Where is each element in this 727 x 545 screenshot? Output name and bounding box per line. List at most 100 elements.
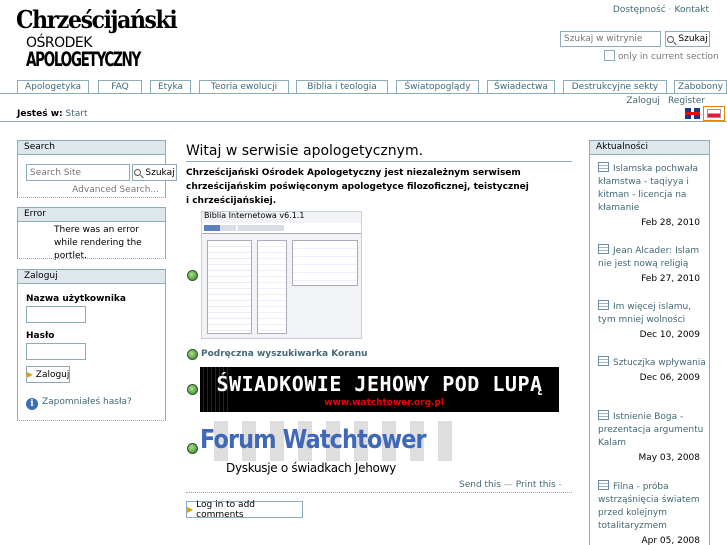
login-portlet: Zaloguj Nazwa użytkownika Hasło ▶ Zaloguj… bbox=[17, 269, 166, 421]
external-link-icon bbox=[187, 443, 198, 454]
login-link[interactable]: Zaloguj bbox=[626, 96, 660, 106]
banner-title: ŚWIADKOWIE JEHOWY POD LUPĄ bbox=[216, 372, 543, 396]
news-item[interactable]: Filna - próba wstrząśnięcia światem prze… bbox=[598, 480, 708, 545]
screenshot-options bbox=[292, 240, 358, 286]
error-portlet: Error There was an error while rendering… bbox=[17, 207, 166, 261]
send-this-link[interactable]: Send this bbox=[459, 480, 501, 490]
portlet-footer bbox=[17, 420, 166, 421]
tab-etyka[interactable]: Etyka bbox=[150, 80, 191, 93]
news-title[interactable]: Islamska pochwała kłamstwa - taqiyya i k… bbox=[598, 164, 698, 213]
news-item[interactable]: Istnienie Boga - prezentacja argumentu K… bbox=[598, 410, 708, 465]
add-comment-label: Log in to add comments bbox=[196, 499, 255, 520]
news-date: Apr 05, 2008 bbox=[641, 536, 700, 545]
register-link[interactable]: Register bbox=[668, 96, 705, 106]
news-icon bbox=[598, 410, 609, 420]
polish-flag-icon[interactable] bbox=[703, 106, 725, 121]
search-icon bbox=[667, 35, 675, 43]
news-date: Feb 27, 2010 bbox=[641, 274, 700, 284]
add-comment-button[interactable]: ▶ Log in to add comments bbox=[186, 499, 303, 520]
tab-faq[interactable]: FAQ bbox=[98, 80, 142, 93]
site-actions: Dostępność · Kontakt bbox=[613, 5, 709, 15]
site-search-input[interactable] bbox=[560, 31, 661, 47]
news-item[interactable]: Jean Alcader: Islam nie jest nową religi… bbox=[598, 244, 708, 286]
news-date: Dec 06, 2009 bbox=[639, 373, 700, 383]
screenshot-title: Biblia Internetowa v6.1.1 bbox=[204, 211, 305, 220]
site-search-button-label: Szukaj bbox=[678, 34, 708, 44]
only-current-section-checkbox[interactable] bbox=[604, 50, 615, 61]
portlet-footer bbox=[17, 258, 166, 259]
news-icon bbox=[598, 300, 609, 310]
banner-subtitle: Dyskusje o świadkach Jehowy bbox=[226, 461, 396, 475]
title-divider bbox=[186, 161, 572, 162]
login-arrow-icon: ▶ bbox=[26, 370, 33, 379]
screenshot-chapter-list bbox=[257, 240, 287, 334]
nav-divider bbox=[0, 93, 727, 94]
news-title[interactable]: Jean Alcader: Islam nie jest nową religi… bbox=[598, 246, 699, 269]
login-button[interactable]: ▶ Zaloguj bbox=[26, 366, 70, 383]
koran-search-link[interactable]: Podręczna wyszukiwarka Koranu bbox=[201, 349, 368, 359]
page-title: Witaj w serwisie apologetycznym. bbox=[186, 143, 424, 159]
personal-bar: Zaloguj Register bbox=[618, 96, 705, 106]
news-icon bbox=[598, 356, 609, 366]
news-item[interactable]: Im więcej islamu, tym mniej wolności Dec… bbox=[598, 300, 708, 342]
portlet-search-button-label: Szukaj bbox=[145, 167, 175, 178]
main-nav: Apologetyka FAQ Etyka Teoria ewolucji Bi… bbox=[17, 80, 727, 93]
portlet-footer bbox=[17, 197, 166, 198]
news-title[interactable]: Filna - próba wstrząśnięcia światem prze… bbox=[598, 482, 700, 531]
portlet-search-input[interactable] bbox=[26, 164, 130, 181]
tab-swiadectwa[interactable]: Świadectwa bbox=[487, 80, 555, 93]
intro-text: Chrześcijański Ośrodek Apologetyczny jes… bbox=[186, 168, 529, 206]
breadcrumb-divider bbox=[0, 121, 727, 122]
forum-watchtower-banner[interactable]: Forum Watchtower Dyskusje o świadkach Je… bbox=[200, 421, 459, 477]
only-current-section-label: only in current section bbox=[618, 52, 719, 62]
bible-software-screenshot[interactable]: Biblia Internetowa v6.1.1 bbox=[201, 211, 362, 339]
separator: - bbox=[555, 480, 562, 490]
search-icon bbox=[134, 169, 142, 176]
external-link-icon bbox=[187, 270, 198, 281]
portlet-search-button[interactable]: Szukaj bbox=[132, 164, 177, 181]
site-logo[interactable]: Chrześcijański OŚRODEK APOLOGETYCZNY bbox=[16, 6, 178, 72]
logo-line-1: Chrześcijański bbox=[16, 6, 178, 35]
news-item[interactable]: Islamska pochwała kłamstwa - taqiyya i k… bbox=[598, 162, 708, 230]
screenshot-book-list bbox=[207, 240, 252, 334]
jehovah-witness-banner[interactable]: ŚWIADKOWIE JEHOWY POD LUPĄ www.watchtowe… bbox=[200, 367, 559, 412]
site-search-button[interactable]: Szukaj bbox=[665, 31, 710, 47]
tab-biblia-i-teologia[interactable]: Biblia i teologia bbox=[296, 80, 388, 93]
site-search: Szukaj bbox=[560, 31, 710, 47]
separator: — bbox=[500, 480, 516, 490]
error-portlet-title: Error bbox=[17, 207, 166, 222]
news-portlet-title: Aktualności bbox=[589, 140, 710, 155]
comment-arrow-icon: ▶ bbox=[187, 505, 194, 514]
accessibility-link[interactable]: Dostępność bbox=[613, 5, 666, 15]
breadcrumb-home[interactable]: Start bbox=[66, 109, 88, 119]
tab-teoria-ewolucji[interactable]: Teoria ewolucji bbox=[199, 80, 289, 93]
news-title[interactable]: Istnienie Boga - prezentacja argumentu K… bbox=[598, 412, 703, 448]
document-actions: Send this — Print this - bbox=[459, 480, 562, 490]
tab-destrukcyjne-sekty[interactable]: Destrukcyjne sekty bbox=[563, 80, 667, 93]
english-flag-icon[interactable] bbox=[685, 108, 700, 119]
logo-line-3: APOLOGETYCZNY bbox=[26, 48, 141, 72]
news-date: Dec 10, 2009 bbox=[639, 330, 700, 340]
document-divider bbox=[186, 492, 572, 493]
print-this-link[interactable]: Print this bbox=[516, 480, 556, 490]
tab-zabobony[interactable]: Zabobony bbox=[674, 80, 727, 93]
contact-link[interactable]: Kontakt bbox=[675, 5, 709, 15]
news-date: May 03, 2008 bbox=[638, 453, 700, 463]
tab-swiatopoglady[interactable]: Światopoglądy bbox=[396, 80, 479, 93]
username-input[interactable] bbox=[26, 306, 86, 323]
news-title[interactable]: Sztuczjka wpływania bbox=[613, 358, 706, 368]
external-link-icon bbox=[187, 349, 198, 360]
separator: · bbox=[668, 5, 672, 15]
banner-url: www.watchtower.org.pl bbox=[324, 398, 444, 408]
breadcrumb-label: Jesteś w: bbox=[17, 109, 63, 119]
news-title[interactable]: Im więcej islamu, tym mniej wolności bbox=[598, 302, 691, 325]
news-icon bbox=[598, 480, 609, 490]
advanced-search-link[interactable]: Advanced Search... bbox=[72, 185, 159, 195]
tab-apologetyka[interactable]: Apologetyka bbox=[17, 80, 89, 93]
news-item[interactable]: Sztuczjka wpływania Dec 06, 2009 bbox=[598, 356, 708, 385]
password-input[interactable] bbox=[26, 343, 86, 360]
login-portlet-title: Zaloguj bbox=[17, 269, 166, 284]
only-current-section-option[interactable]: only in current section bbox=[604, 50, 719, 62]
news-icon bbox=[598, 162, 609, 172]
forgot-password-link[interactable]: i Zapomniałeś hasła? bbox=[26, 397, 132, 410]
